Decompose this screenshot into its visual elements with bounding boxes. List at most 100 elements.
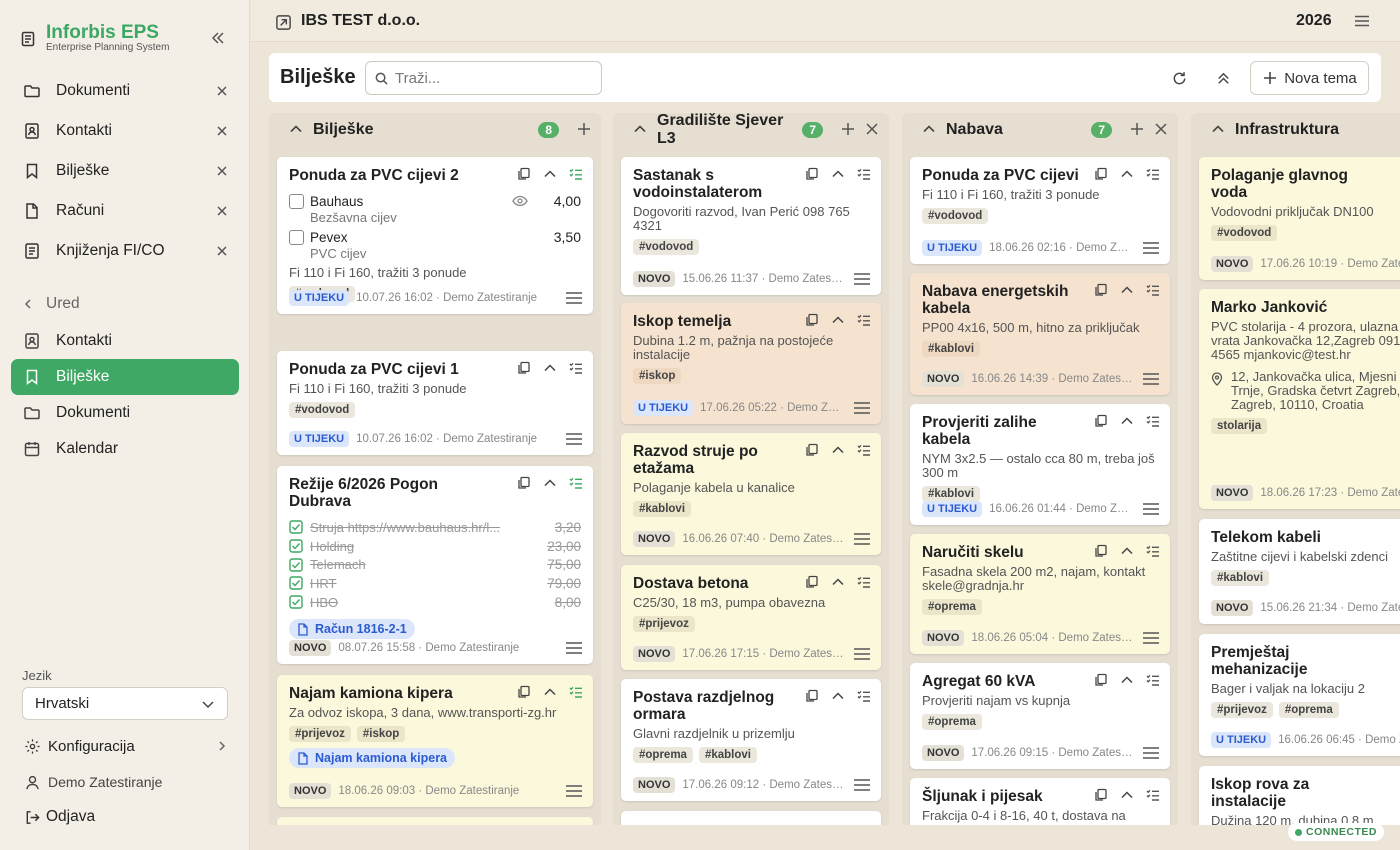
checklist-icon[interactable] xyxy=(569,476,583,490)
status-badge[interactable]: U TIJEKU xyxy=(289,290,350,306)
checklist-icon[interactable] xyxy=(569,361,583,375)
tag[interactable]: #prijevoz xyxy=(1211,702,1273,718)
tag[interactable]: #kablovi xyxy=(1211,570,1270,586)
checklist-icon[interactable] xyxy=(857,167,871,181)
note-card[interactable]: Premještaj mehanizacije Bager i valjak n… xyxy=(1199,634,1400,756)
chevron-up-icon[interactable] xyxy=(1120,788,1134,802)
drag-handle-icon[interactable] xyxy=(853,647,871,661)
sidebar-item-kalendar[interactable]: Kalendar xyxy=(11,431,239,467)
note-card[interactable]: Iskop temelja Dubina 1.2 m, pažnja na po… xyxy=(621,303,881,424)
status-badge[interactable]: U TIJEKU xyxy=(633,400,694,416)
status-badge[interactable]: NOVO xyxy=(633,646,676,662)
tag[interactable]: #iskop xyxy=(633,368,682,384)
close-icon[interactable] xyxy=(865,122,881,138)
tag[interactable]: #oprema xyxy=(633,747,693,763)
checklist-item[interactable]: Pevex 3,50 xyxy=(289,228,581,246)
chevron-up-icon[interactable] xyxy=(543,476,557,490)
tag[interactable]: #oprema xyxy=(922,599,982,615)
tag[interactable]: #vodovod xyxy=(633,239,700,255)
close-icon[interactable] xyxy=(214,83,230,99)
logout-button[interactable]: Odjava xyxy=(22,807,95,827)
sidebar-item-dokumenti[interactable]: Dokumenti xyxy=(11,395,239,431)
drag-handle-icon[interactable] xyxy=(1142,631,1160,645)
note-card[interactable]: Telekom kabeli Zaštitne cijevi i kabelsk… xyxy=(1199,519,1400,624)
close-icon[interactable] xyxy=(214,123,230,139)
language-select[interactable]: Hrvatski xyxy=(22,687,228,720)
drag-handle-icon[interactable] xyxy=(565,641,583,655)
chevron-up-icon[interactable] xyxy=(289,122,305,138)
chevron-up-icon[interactable] xyxy=(831,443,845,457)
chevron-up-icon[interactable] xyxy=(1120,673,1134,687)
checklist-item-done[interactable]: Holding 23,00 xyxy=(289,537,581,556)
company-name[interactable]: IBS TEST d.o.o. xyxy=(301,12,420,30)
drag-handle-icon[interactable] xyxy=(853,272,871,286)
checklist-icon[interactable] xyxy=(857,689,871,703)
tag[interactable]: #vodovod xyxy=(1211,225,1278,241)
copy-icon[interactable] xyxy=(1094,544,1108,558)
tag[interactable]: #kablovi xyxy=(633,501,692,517)
checkbox-checked-icon[interactable] xyxy=(289,558,303,572)
note-card[interactable]: Najam kamiona kipera Za odvoz iskopa, 3 … xyxy=(277,675,593,807)
card-address[interactable]: 12, Jankovačka ulica, Mjesni odbor Trnje… xyxy=(1211,370,1400,412)
copy-icon[interactable] xyxy=(1094,167,1108,181)
checklist-icon[interactable] xyxy=(857,575,871,589)
open-tab-biljeske[interactable]: Bilješke xyxy=(12,151,238,191)
chevron-up-icon[interactable] xyxy=(831,167,845,181)
checkbox-checked-icon[interactable] xyxy=(289,539,303,553)
note-card[interactable]: Provjeriti zalihe kabela NYM 3x2.5 — ost… xyxy=(910,404,1170,525)
close-icon[interactable] xyxy=(214,243,230,259)
status-badge[interactable]: NOVO xyxy=(633,777,676,793)
tag[interactable]: #oprema xyxy=(1278,702,1339,718)
note-card[interactable]: Iskop rova za instalacije Dužina 120 m, … xyxy=(1199,766,1400,825)
tag[interactable]: #oprema xyxy=(922,714,982,730)
status-badge[interactable]: NOVO xyxy=(1211,600,1254,616)
close-icon[interactable] xyxy=(214,203,230,219)
chevron-up-icon[interactable] xyxy=(831,575,845,589)
hamburger-menu-icon[interactable] xyxy=(1352,11,1372,31)
checkbox-checked-icon[interactable] xyxy=(289,576,303,591)
plus-icon[interactable] xyxy=(1130,122,1146,138)
status-badge[interactable]: NOVO xyxy=(633,271,676,287)
note-card[interactable]: Razvod struje po etažama Polaganje kabel… xyxy=(621,433,881,555)
search-box[interactable] xyxy=(365,61,602,95)
drag-handle-icon[interactable] xyxy=(1142,746,1160,760)
copy-icon[interactable] xyxy=(1094,414,1108,428)
copy-icon[interactable] xyxy=(805,167,819,181)
close-icon[interactable] xyxy=(214,163,230,179)
open-tab-kontakti[interactable]: Kontakti xyxy=(12,111,238,151)
tag[interactable]: #kablovi xyxy=(922,341,981,357)
status-badge[interactable]: NOVO xyxy=(922,371,965,387)
chevron-up-icon[interactable] xyxy=(633,122,649,138)
drag-handle-icon[interactable] xyxy=(853,532,871,546)
eye-icon[interactable] xyxy=(512,195,528,207)
search-input[interactable] xyxy=(395,69,585,87)
tag[interactable]: #vodovod xyxy=(289,402,356,418)
drag-handle-icon[interactable] xyxy=(565,432,583,446)
plus-icon[interactable] xyxy=(841,122,857,138)
sidebar-item-kontakti[interactable]: Kontakti xyxy=(11,323,239,359)
status-badge[interactable]: NOVO xyxy=(922,630,965,646)
checkbox[interactable] xyxy=(289,229,304,245)
note-card[interactable] xyxy=(277,817,593,825)
note-card[interactable]: Polaganje glavnog voda Vodovodni priklju… xyxy=(1199,157,1400,280)
status-badge[interactable]: NOVO xyxy=(922,745,965,761)
brand[interactable]: Inforbis EPS Enterprise Planning System xyxy=(18,22,169,53)
checklist-icon[interactable] xyxy=(1146,414,1160,428)
linked-document[interactable]: Najam kamiona kipera xyxy=(289,748,456,768)
checklist-icon[interactable] xyxy=(857,313,871,327)
chevron-up-icon[interactable] xyxy=(543,167,557,181)
status-badge[interactable]: U TIJEKU xyxy=(922,501,983,517)
copy-icon[interactable] xyxy=(517,167,531,181)
chevron-up-icon[interactable] xyxy=(1120,283,1134,297)
sidebar-item-biljeske[interactable]: Bilješke xyxy=(11,359,239,395)
copy-icon[interactable] xyxy=(805,313,819,327)
checklist-item-done[interactable]: HRT 79,00 xyxy=(289,574,581,593)
copy-icon[interactable] xyxy=(1094,283,1108,297)
note-card[interactable] xyxy=(621,811,881,825)
open-tab-knjizenja[interactable]: Knjiženja FI/CO xyxy=(12,231,238,271)
external-window-icon[interactable] xyxy=(273,12,293,32)
collapse-sidebar-icon[interactable] xyxy=(208,28,228,48)
chevron-up-icon[interactable] xyxy=(922,122,938,138)
tag[interactable]: #vodovod xyxy=(922,208,989,224)
status-badge[interactable]: U TIJEKU xyxy=(289,431,350,447)
